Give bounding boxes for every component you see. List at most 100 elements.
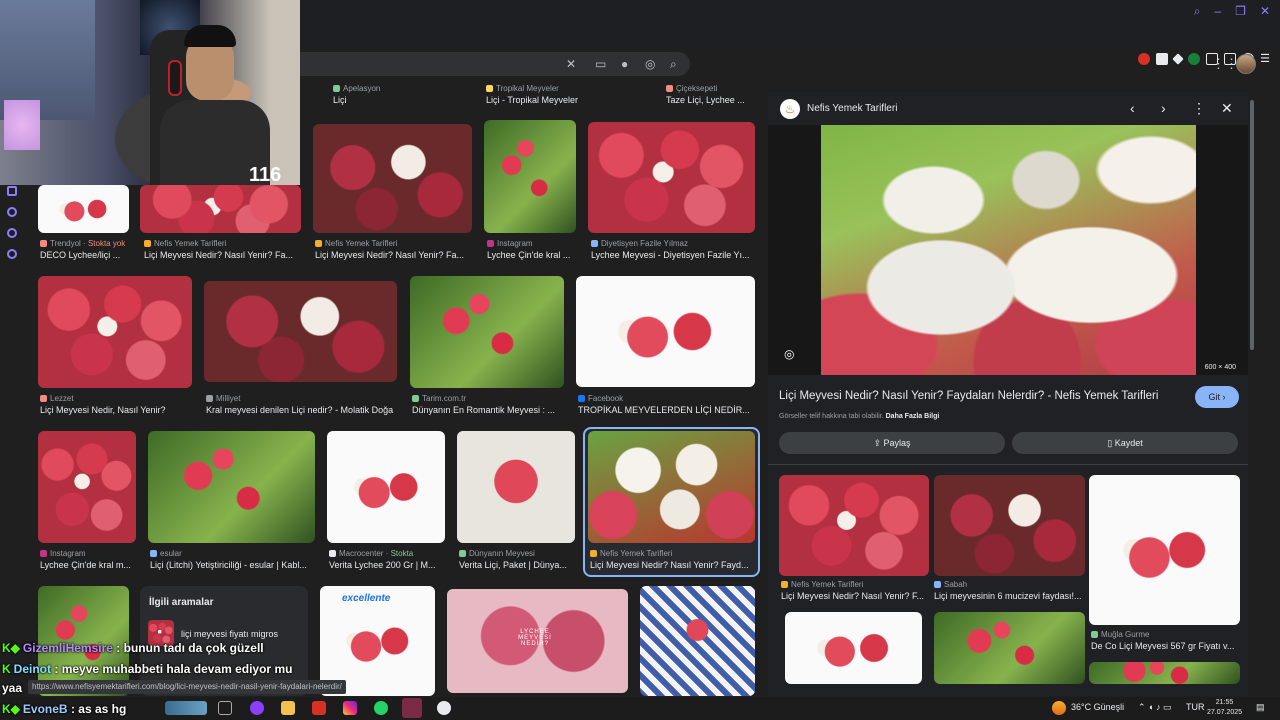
result-image[interactable] (204, 281, 397, 382)
result-title[interactable]: De Co Liçi Meyvesi 567 gr Fiyatı v... (1091, 641, 1241, 651)
result-title[interactable]: Dünyanın En Romantik Meyvesi : ... (412, 405, 564, 415)
panel-title[interactable]: Liçi Meyvesi Nedir? Nasıl Yenir? Faydala… (779, 390, 1158, 402)
result-title[interactable]: Kral meyvesi denilen Liçi nedir? - Molat… (206, 405, 398, 415)
app-icon[interactable] (437, 701, 451, 715)
result-image[interactable] (148, 431, 315, 543)
result-image[interactable] (588, 122, 755, 233)
search-icon[interactable]: ⌕ (670, 57, 677, 72)
notification-icon[interactable]: ▤ (1256, 702, 1265, 713)
result-image[interactable]: LYCHEE MEYVESİ NEDİR? (447, 589, 628, 693)
clear-icon[interactable]: ✕ (566, 57, 576, 71)
related-searches-heading: İlgili aramalar (149, 597, 214, 608)
panel-site-name[interactable]: Nefis Yemek Tarifleri (807, 103, 897, 114)
settings-icon[interactable] (7, 249, 17, 259)
result-source: Milliyet (206, 394, 240, 403)
app-icon[interactable] (312, 701, 326, 715)
apps-grid-icon[interactable]: ⋮⋮⋮ (1212, 57, 1251, 70)
chat-icon[interactable] (7, 228, 17, 238)
scrollbar[interactable] (1250, 100, 1254, 350)
share-icon: ⇪ (873, 438, 881, 448)
minimize-icon[interactable]: – (1214, 4, 1221, 19)
related-image[interactable] (1089, 475, 1240, 625)
extension-icon[interactable] (1188, 52, 1201, 65)
result-title[interactable]: Liçi (Litchi) Yetiştiriciliği - esular |… (150, 560, 314, 570)
result-image[interactable] (313, 124, 472, 233)
result-source: Muğla Gurme (1091, 630, 1149, 639)
extension-icon[interactable] (1172, 52, 1184, 65)
lens-icon[interactable]: ◎ (645, 57, 655, 71)
history-icon[interactable] (7, 207, 17, 217)
result-image[interactable] (327, 431, 445, 543)
result-title[interactable]: Liçi meyvesinin 6 mucizevi faydası!... (934, 591, 1086, 601)
visit-button[interactable]: Git › (1195, 386, 1239, 408)
result-title[interactable]: Liçi Meyvesi Nedir? Nasıl Yenir? Fa... (315, 250, 472, 260)
result-title[interactable]: Verita Liçi, Paket | Dünya... (459, 560, 575, 570)
result-image[interactable] (140, 185, 301, 233)
next-icon[interactable]: › (1161, 100, 1166, 116)
related-image[interactable] (934, 612, 1085, 684)
site-logo: ♨ (780, 99, 800, 119)
related-image[interactable] (934, 475, 1085, 576)
save-button[interactable]: ▯ Kaydet (1012, 432, 1238, 454)
result-image[interactable] (640, 586, 755, 696)
whatsapp-icon[interactable] (374, 701, 388, 715)
restore-icon[interactable]: ❐ (1235, 4, 1246, 19)
related-image[interactable] (779, 475, 929, 576)
status-url: https://www.nefisyemektarifleri.com/blog… (28, 680, 346, 694)
result-title[interactable]: Liçi Meyvesi Nedir? Nasıl Yenir? Fa... (144, 250, 299, 260)
result-image[interactable] (484, 120, 576, 233)
result-title[interactable]: Liçi Meyvesi Nedir? Nasıl Yenir? Fayd... (590, 560, 754, 570)
weather-icon[interactable] (1052, 701, 1066, 715)
search-icon[interactable]: ⌕ (1194, 4, 1201, 19)
result-title[interactable]: Liçi (333, 95, 473, 105)
result-title[interactable]: Lychee Meyvesi - Diyetisyen Fazile Yı... (591, 250, 753, 260)
close-icon[interactable]: ✕ (1260, 4, 1270, 19)
keyboard-icon[interactable]: ▭ (595, 57, 606, 71)
language-indicator[interactable]: TUR (1186, 702, 1205, 712)
shield-icon[interactable] (1156, 52, 1169, 65)
close-icon[interactable]: ✕ (1221, 100, 1233, 117)
result-source: Macrocenter · Stokta (329, 549, 413, 558)
browser-icon[interactable] (250, 701, 264, 715)
folder-icon[interactable] (281, 701, 295, 715)
share-button[interactable]: ⇪ Paylaş (779, 432, 1005, 454)
search-bar[interactable]: ✕ ▭ ● ◎ ⌕ (300, 52, 690, 76)
result-title[interactable]: Lychee Çin'de kral m... (40, 560, 136, 570)
app-icon[interactable] (402, 698, 422, 718)
result-title[interactable]: Liçi Meyvesi Nedir, Nasıl Yenir? (40, 405, 192, 415)
task-view-icon[interactable] (218, 701, 232, 715)
taskbar-thumbnail[interactable] (165, 701, 207, 715)
result-title[interactable]: Lychee Çin'de kral ... (487, 250, 575, 260)
result-image[interactable] (588, 431, 755, 543)
result-image[interactable] (576, 276, 755, 387)
related-search-item[interactable]: liçi meyvesi fiyatı migros (181, 629, 278, 639)
result-image[interactable] (38, 431, 136, 543)
more-icon[interactable]: ⋮ (1192, 100, 1206, 117)
preview-image[interactable] (821, 125, 1196, 375)
learn-more-link[interactable]: Daha Fazla Bilgi (886, 413, 940, 420)
prev-icon[interactable]: ‹ (1130, 100, 1135, 116)
tray-icons[interactable]: ⌃ ◖ ♪ ▭ (1138, 702, 1171, 713)
result-title[interactable]: Liçi - Tropikal Meyveler (486, 95, 646, 105)
mic-icon[interactable]: ● (621, 57, 628, 71)
menu-icon[interactable]: ☰ (1260, 52, 1270, 65)
weather-text[interactable]: 36°C Güneşli (1071, 702, 1124, 712)
result-image[interactable] (410, 276, 564, 388)
result-image[interactable] (38, 185, 129, 233)
instagram-icon[interactable] (343, 701, 357, 715)
result-title[interactable]: TROPİKAL MEYVELERDEN LİÇİ NEDİR... (578, 405, 754, 415)
result-title[interactable]: DECO Lychee/liçi ... (40, 250, 132, 260)
result-title[interactable]: Taze Liçi, Lychee ... (666, 95, 756, 105)
result-image[interactable] (457, 431, 575, 543)
related-image[interactable] (1089, 662, 1240, 684)
avatar[interactable] (1236, 54, 1256, 74)
copyright-note: Görseller telif hakkına tabi olabilir. D… (779, 413, 940, 420)
lens-icon[interactable]: ◎ (784, 347, 794, 361)
result-image[interactable] (38, 276, 192, 388)
result-title[interactable]: Liçi Meyvesi Nedir? Nasıl Yenir? F... (781, 591, 931, 601)
rail-icon[interactable] (7, 186, 17, 196)
result-title[interactable]: Verita Lychee 200 Gr | M... (329, 560, 445, 570)
extension-icon[interactable] (1138, 52, 1151, 65)
clock[interactable]: 21:55 27.07.2025 (1207, 698, 1242, 718)
related-image[interactable] (785, 612, 922, 684)
